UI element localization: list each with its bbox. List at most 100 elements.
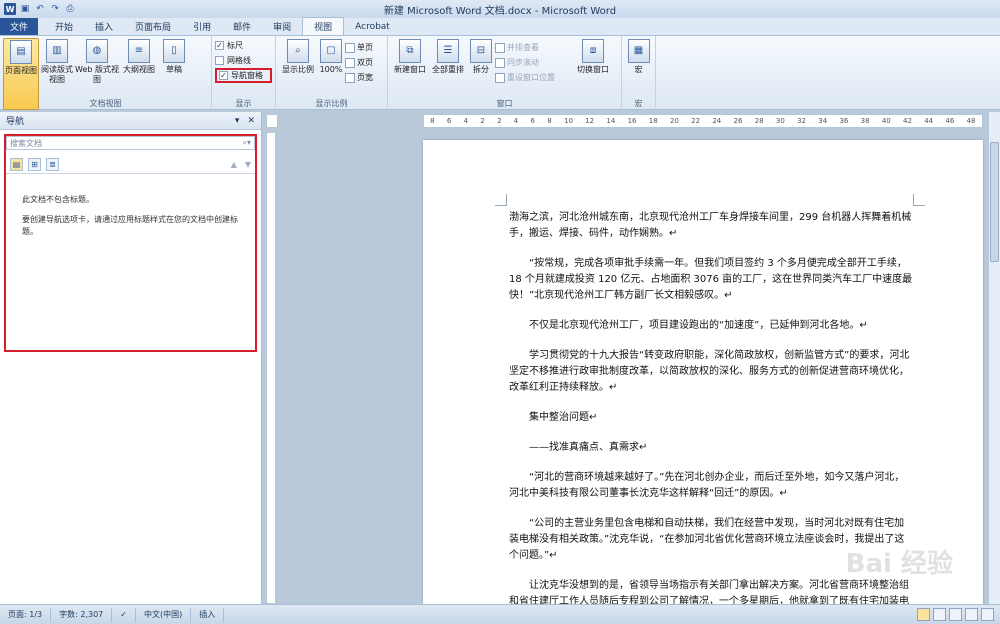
- switch-windows-icon: ⧈: [582, 39, 604, 63]
- document-body[interactable]: 渤海之滨，河北沧州城东南，北京现代沧州工厂车身焊接车间里，299 台机器人挥舞着…: [509, 210, 914, 604]
- language-indicator[interactable]: 中文(中国): [136, 607, 192, 622]
- vertical-scrollbar[interactable]: [988, 112, 1000, 604]
- ruler-checkbox[interactable]: ✓ 标尺: [215, 38, 272, 53]
- document-page[interactable]: 渤海之滨，河北沧州城东南，北京现代沧州工厂车身焊接车间里，299 台机器人挥舞着…: [423, 140, 983, 604]
- crop-mark: [495, 194, 507, 206]
- group-show: ✓ 标尺 网格线 ✓ 导航窗格 显示: [212, 36, 276, 110]
- navigation-pane-title: 导航: [6, 117, 25, 127]
- save-icon[interactable]: ▣: [19, 3, 31, 15]
- new-window-icon: ⧉: [399, 39, 421, 63]
- ribbon-tabs: 文件 开始 插入 页面布局 引用 邮件 审阅 视图 Acrobat: [0, 17, 1000, 36]
- close-icon[interactable]: ✕: [247, 116, 255, 126]
- document-paragraph: 不仅是北京现代沧州工厂，项目建设跑出的“加速度”，已延伸到河北各地。↵: [529, 320, 868, 331]
- navigation-message: 此文档不包含标题。 要创建导航选项卡，请通过应用标题样式在您的文档中创建标题。: [22, 194, 247, 246]
- word-logo-icon[interactable]: W: [4, 3, 16, 15]
- print-layout-shortcut-icon[interactable]: [917, 608, 930, 621]
- redo-icon[interactable]: ↷: [49, 3, 61, 15]
- two-pages-icon: [345, 57, 355, 68]
- reading-shortcut-icon[interactable]: [933, 608, 946, 621]
- document-paragraph: ——找准真痛点、真需求↵: [529, 442, 648, 453]
- reading-layout-icon: ▥: [46, 39, 68, 63]
- insert-mode[interactable]: 插入: [191, 607, 225, 622]
- previous-arrow-icon[interactable]: ▲: [231, 160, 237, 169]
- title-bar: W ▣ ↶ ↷ ⎙ 新建 Microsoft Word 文档.docx - Mi…: [0, 0, 1000, 18]
- group-label-macros: 宏: [634, 99, 643, 108]
- browse-results-icon[interactable]: ≣: [46, 158, 59, 171]
- search-placeholder: 搜索文档: [10, 138, 42, 148]
- navigation-pane: 导航 ▾ ✕ 搜索文档 ⌕▾ ▤ ⊞ ≣ ▲ ▼ 此文档不包含标题。 要创建导航…: [0, 112, 262, 604]
- navigation-pane-checkbox[interactable]: ✓ 导航窗格: [215, 68, 272, 83]
- web-layout-icon: ◍: [86, 39, 108, 63]
- print-icon[interactable]: ⎙: [64, 3, 76, 15]
- page-width-button[interactable]: 页宽: [345, 70, 373, 85]
- reset-position-icon: [495, 72, 505, 83]
- create-headings-hint: 要创建导航选项卡，请通过应用标题样式在您的文档中创建标题。: [22, 215, 238, 236]
- horizontal-ruler: 8 6 4 2 2 4 6 8 10 12 14 16 18 20 22 24 …: [423, 114, 983, 128]
- page-count[interactable]: 页面: 1/3: [0, 607, 52, 622]
- view-ruler-button[interactable]: [266, 114, 278, 128]
- status-bar: 页面: 1/3 字数: 2,307 ✓ 中文(中国) 插入: [0, 604, 1000, 624]
- document-paragraph: 学习贯彻党的十九大报告“转变政府职能，深化简政放权，创新监管方式”的要求，河北坚…: [509, 350, 910, 393]
- group-label-document-views: 文档视图: [89, 99, 122, 108]
- group-label-show: 显示: [235, 99, 252, 108]
- group-zoom: ⌕ 显示比例 ▢ 100% 单页 双页 页宽 显示比例: [276, 36, 388, 110]
- document-paragraph: 渤海之滨，河北沧州城东南，北京现代沧州工厂车身焊接车间里，299 台机器人挥舞着…: [509, 212, 912, 239]
- search-icon[interactable]: ⌕▾: [243, 138, 252, 148]
- browse-pages-icon[interactable]: ⊞: [28, 158, 41, 171]
- one-page-icon: [345, 42, 355, 53]
- tab-page-layout[interactable]: 页面布局: [124, 18, 182, 35]
- document-paragraph: 集中整治问题↵: [529, 412, 598, 423]
- two-pages-button[interactable]: 双页: [345, 55, 373, 70]
- page-100-icon: ▢: [320, 39, 342, 63]
- ribbon: ▤ 页面视图 ▥ 阅读版式视图 ◍ Web 版式视图 ≡ 大纲视图 ▯ 草稿 文…: [0, 36, 1000, 110]
- macros-icon: ▦: [627, 39, 650, 63]
- vertical-ruler: [266, 132, 276, 604]
- sync-scroll-icon: [495, 57, 505, 68]
- undo-icon[interactable]: ↶: [34, 3, 46, 15]
- navigation-pane-tabs: ▤ ⊞ ≣ ▲ ▼: [6, 156, 255, 174]
- document-paragraph: “公司的主营业务里包含电梯和自动扶梯，我们在经营中发现，当时河北对既有住宅加装电…: [509, 518, 905, 561]
- tab-insert[interactable]: 插入: [84, 18, 124, 35]
- draft-icon: ▯: [163, 39, 185, 63]
- sync-scroll-button[interactable]: 同步滚动: [495, 55, 571, 70]
- document-paragraph: “按常规，完成各项审批手续需一年。但我们项目签约 3 个多月便完成全部开工手续，…: [509, 258, 913, 301]
- page-width-icon: [345, 72, 355, 83]
- gridlines-checkbox[interactable]: 网格线: [215, 53, 272, 68]
- window-title: 新建 Microsoft Word 文档.docx - Microsoft Wo…: [383, 5, 617, 17]
- word-count[interactable]: 字数: 2,307: [51, 607, 113, 622]
- reset-window-position-button[interactable]: 重设窗口位置: [495, 70, 571, 85]
- view-side-by-side-button[interactable]: 并排查看: [495, 40, 571, 55]
- crop-mark: [913, 194, 925, 206]
- no-headings-message: 此文档不包含标题。: [22, 195, 94, 204]
- group-label-window: 窗口: [496, 99, 513, 108]
- draft-shortcut-icon[interactable]: [981, 608, 994, 621]
- navigation-pane-header: 导航 ▾ ✕: [0, 112, 261, 130]
- side-by-side-icon: [495, 42, 505, 53]
- tab-view[interactable]: 视图: [302, 17, 345, 35]
- magnifier-icon: ⌕: [287, 39, 309, 63]
- web-layout-shortcut-icon[interactable]: [949, 608, 962, 621]
- view-shortcuts: [917, 608, 1000, 621]
- scrollbar-thumb[interactable]: [990, 142, 999, 262]
- one-page-button[interactable]: 单页: [345, 40, 373, 55]
- group-macros: ▦ 宏 宏: [622, 36, 656, 110]
- tab-review[interactable]: 审阅: [262, 18, 302, 35]
- print-layout-icon: ▤: [10, 40, 32, 64]
- search-input[interactable]: 搜索文档 ⌕▾: [6, 136, 255, 150]
- outline-shortcut-icon[interactable]: [965, 608, 978, 621]
- arrange-all-icon: ☰: [437, 39, 459, 63]
- group-window: ⧉ 新建窗口 ☰ 全部重排 ⊟ 拆分 并排查看 同步滚动 重设窗口位置 ⧈ 切换…: [388, 36, 622, 110]
- tab-mailings[interactable]: 邮件: [222, 18, 262, 35]
- proofing-icon[interactable]: ✓: [112, 607, 136, 622]
- tab-file[interactable]: 文件: [0, 18, 39, 35]
- tab-references[interactable]: 引用: [182, 18, 222, 35]
- tab-home[interactable]: 开始: [44, 18, 84, 35]
- next-arrow-icon[interactable]: ▼: [245, 160, 251, 169]
- document-paragraph: 让沈克华没想到的是，省领导当场指示有关部门拿出解决方案。河北省营商环境整治组和省…: [509, 580, 909, 604]
- document-paragraph: “河北的营商环境越来越好了。”先在河北创办企业，而后迁至外地，如今又落户河北，河…: [509, 472, 905, 499]
- browse-headings-icon[interactable]: ▤: [10, 158, 23, 171]
- quick-access-toolbar: W ▣ ↶ ↷ ⎙: [0, 3, 130, 15]
- group-label-zoom: 显示比例: [315, 99, 348, 108]
- tab-acrobat[interactable]: Acrobat: [344, 18, 401, 35]
- chevron-down-icon[interactable]: ▾: [235, 116, 240, 126]
